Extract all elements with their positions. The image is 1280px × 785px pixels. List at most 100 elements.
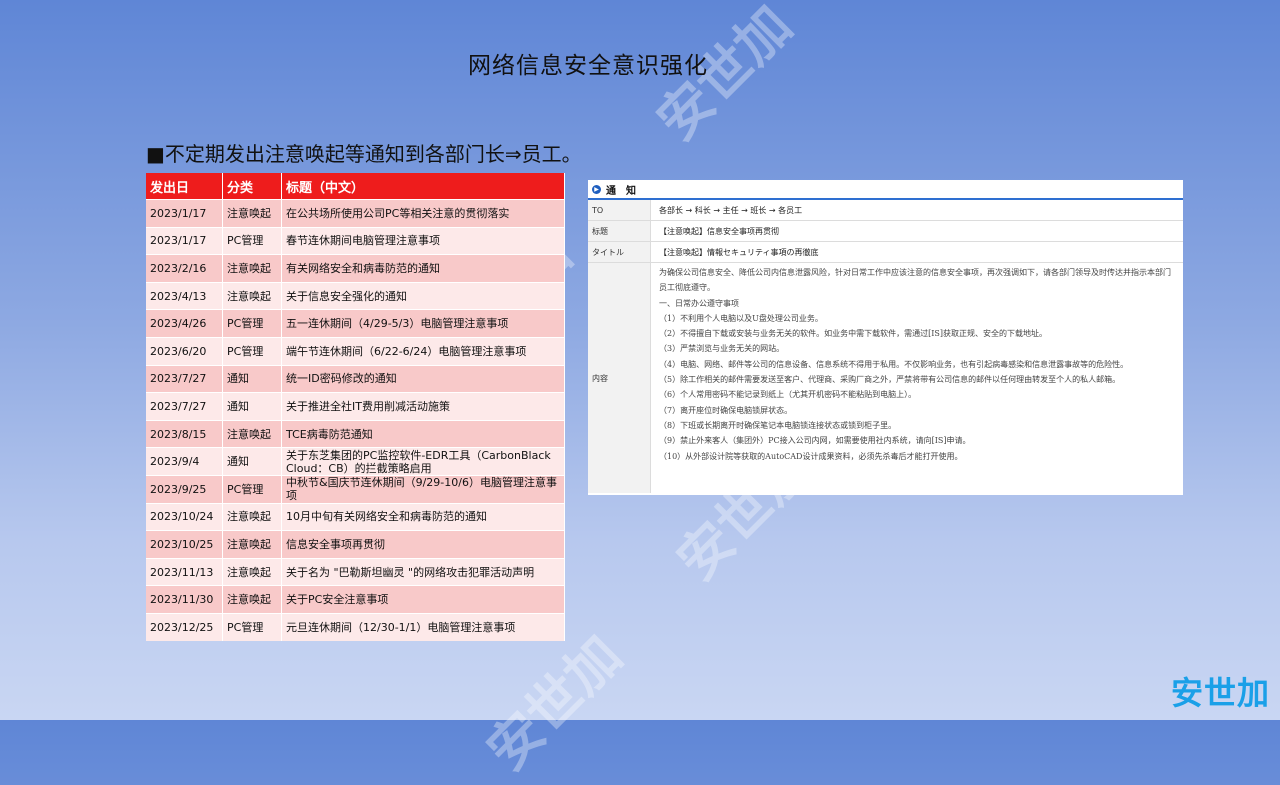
- table-row: 2023/9/4 通知 关于东芝集团的PC监控软件-EDR工具（CarbonBlac…: [146, 447, 565, 476]
- table-row: 2023/4/13 注意唤起 关于信息安全强化的通知: [146, 281, 565, 310]
- content-line: （10）从外部设计院等获取的AutoCAD设计成果资料，必须先杀毒后才能打开使用…: [659, 451, 963, 461]
- table-row: 2023/4/26 PC管理 五一连休期间（4/29-5/3）电脑管理注意事项: [146, 309, 565, 338]
- cell-title: TCE病毒防范通知: [281, 419, 565, 448]
- cell-date: 2023/1/17: [146, 226, 223, 255]
- content-line: 为确保公司信息安全、降低公司内信息泄露风险，针对日常工作中应该注意的信息安全事项…: [659, 268, 1171, 293]
- table-row: 2023/2/16 注意唤起 有关网络安全和病毒防范的通知: [146, 254, 565, 283]
- cell-title: 中秋节&国庆节连休期间（9/29-10/6）电脑管理注意事项: [281, 474, 565, 504]
- notice-subject-row: 标题 【注意唤起】信息安全事项再贯彻: [588, 221, 1183, 242]
- content-line: 一、日常办公遵守事项: [659, 298, 739, 308]
- table-row: 2023/12/25 PC管理 元旦连休期间（12/30-1/1）电脑管理注意事项: [146, 612, 565, 641]
- table-row: 2023/9/25 PC管理 中秋节&国庆节连休期间（9/29-10/6）电脑管理注…: [146, 474, 565, 504]
- cell-category: 注意唤起: [222, 502, 282, 531]
- cell-title: 关于推进全社IT费用削减活动施策: [281, 392, 565, 421]
- notice-to-row: TO 各部长 → 科长 → 主任 → 班长 → 各员工: [588, 200, 1183, 221]
- table-row: 2023/11/30 注意唤起 关于PC安全注意事项: [146, 585, 565, 614]
- cell-date: 2023/11/13: [146, 557, 223, 586]
- cell-date: 2023/9/25: [146, 474, 223, 504]
- cell-category: PC管理: [222, 309, 282, 338]
- cell-date: 2023/10/25: [146, 530, 223, 559]
- cell-title: 端午节连休期间（6/22-6/24）电脑管理注意事项: [281, 336, 565, 366]
- cell-title: 在公共场所使用公司PC等相关注意的贯彻落实: [281, 199, 565, 228]
- content-label: 内容: [588, 263, 651, 493]
- bullet-arrow-icon: ▶: [592, 184, 601, 194]
- cell-date: 2023/7/27: [146, 364, 223, 393]
- cell-category: 通知: [222, 447, 282, 476]
- cell-category: 注意唤起: [222, 419, 282, 448]
- cell-date: 2023/8/15: [146, 419, 223, 448]
- cell-title: 有关网络安全和病毒防范的通知: [281, 254, 565, 283]
- table-row: 2023/7/27 通知 统一ID密码修改的通知: [146, 364, 565, 393]
- cell-category: 注意唤起: [222, 530, 282, 559]
- cell-date: 2023/6/20: [146, 336, 223, 366]
- content-line: （2）不得擅自下载或安装与业务无关的软件。如业务中需下载软件，需通过[IS]获取…: [659, 329, 1047, 339]
- cell-date: 2023/7/27: [146, 392, 223, 421]
- cell-category: PC管理: [222, 226, 282, 255]
- notice-panel: ▶ 通 知 TO 各部长 → 科长 → 主任 → 班长 → 各员工 标题 【注意…: [588, 180, 1183, 495]
- table-row: 2023/6/20 PC管理 端午节连休期间（6/22-6/24）电脑管理注意事项: [146, 336, 565, 366]
- to-label: TO: [588, 200, 651, 220]
- column-header-title: 标题（中文）: [281, 173, 565, 200]
- content-line: （9）禁止外来客人（集团外）PC接入公司内网，如需要使用社内系统，请向[IS]申…: [659, 436, 971, 446]
- cell-date: 2023/4/26: [146, 309, 223, 338]
- cell-date: 2023/4/13: [146, 281, 223, 310]
- cell-category: 注意唤起: [222, 557, 282, 586]
- cell-title: 春节连休期间电脑管理注意事项: [281, 226, 565, 255]
- subject-label: 标题: [588, 221, 651, 241]
- table-row: 2023/1/17 PC管理 春节连休期间电脑管理注意事项: [146, 226, 565, 255]
- subject-value: 【注意唤起】信息安全事项再贯彻: [659, 226, 779, 236]
- cell-date: 2023/11/30: [146, 585, 223, 614]
- cell-title: 统一ID密码修改的通知: [281, 364, 565, 393]
- content-line: （5）除工作相关的邮件需要发送至客户、代理商、采购厂商之外，严禁将带有公司信息的…: [659, 375, 1121, 385]
- to-value: 各部长 → 科长 → 主任 → 班长 → 各员工: [659, 205, 803, 215]
- cell-category: PC管理: [222, 474, 282, 504]
- table-row: 2023/1/17 注意唤起 在公共场所使用公司PC等相关注意的贯彻落实: [146, 199, 565, 228]
- table-row: 2023/8/15 注意唤起 TCE病毒防范通知: [146, 419, 565, 448]
- cell-title: 关于信息安全强化的通知: [281, 281, 565, 310]
- cell-category: 注意唤起: [222, 281, 282, 310]
- cell-category: 注意唤起: [222, 199, 282, 228]
- content-line: （7）离开座位时确保电脑锁屏状态。: [659, 405, 793, 415]
- content-line: （6）个人常用密码不能记录到纸上（尤其开机密码不能粘贴到电脑上）。: [659, 390, 917, 400]
- title-jp-label: タイトル: [588, 242, 651, 262]
- title-jp-value: 【注意喚起】情報セキュリティ事項の再徹底: [659, 247, 819, 257]
- content-line: （3）严禁浏览与业务无关的网站。: [659, 344, 785, 354]
- table-row: 2023/10/25 注意唤起 信息安全事项再贯彻: [146, 530, 565, 559]
- table-row: 2023/11/13 注意唤起 关于名为 "巴勒斯坦幽灵 "的网络攻击犯罪活动声明: [146, 557, 565, 586]
- column-header-date: 发出日: [146, 173, 223, 200]
- cell-date: 2023/9/4: [146, 447, 223, 476]
- notice-content-body: 为确保公司信息安全、降低公司内信息泄露风险，针对日常工作中应该注意的信息安全事项…: [651, 263, 1183, 493]
- notice-list-table: 发出日 分类 标题（中文） 2023/1/17 注意唤起 在公共场所使用公司PC等相…: [146, 173, 565, 641]
- cell-date: 2023/1/17: [146, 199, 223, 228]
- cell-title: 信息安全事项再贯彻: [281, 530, 565, 559]
- table-header-row: 发出日 分类 标题（中文）: [146, 173, 565, 200]
- cell-title: 五一连休期间（4/29-5/3）电脑管理注意事项: [281, 309, 565, 338]
- page-title: 网络信息安全意识强化: [468, 53, 708, 79]
- cell-category: PC管理: [222, 612, 282, 641]
- cell-title: 元旦连休期间（12/30-1/1）电脑管理注意事项: [281, 612, 565, 641]
- cell-date: 2023/2/16: [146, 254, 223, 283]
- cell-title: 10月中旬有关网络安全和病毒防范的通知: [281, 502, 565, 531]
- page-subtitle: ■不定期发出注意唤起等通知到各部门长⇒员工。: [146, 142, 582, 166]
- cell-category: 通知: [222, 364, 282, 393]
- notice-content-row: 内容 为确保公司信息安全、降低公司内信息泄露风险，针对日常工作中应该注意的信息安…: [588, 263, 1183, 493]
- column-header-category: 分类: [222, 173, 282, 200]
- content-line: （8）下班或长期离开时确保笔记本电脑锁连接状态或锁到柜子里。: [659, 420, 897, 430]
- cell-date: 2023/10/24: [146, 502, 223, 531]
- cell-category: 注意唤起: [222, 254, 282, 283]
- cell-title: 关于东芝集团的PC监控软件-EDR工具（CarbonBlack Cloud：CB…: [281, 447, 565, 476]
- cell-category: 注意唤起: [222, 585, 282, 614]
- notice-header-label: 通 知: [606, 185, 636, 197]
- notice-header: ▶ 通 知: [588, 180, 1183, 200]
- cell-date: 2023/12/25: [146, 612, 223, 641]
- brand-logo: 安世加: [1170, 674, 1270, 712]
- table-row: 2023/10/24 注意唤起 10月中旬有关网络安全和病毒防范的通知: [146, 502, 565, 531]
- cell-title: 关于名为 "巴勒斯坦幽灵 "的网络攻击犯罪活动声明: [281, 557, 565, 586]
- table-row: 2023/7/27 通知 关于推进全社IT费用削减活动施策: [146, 392, 565, 421]
- cell-category: 通知: [222, 392, 282, 421]
- notice-title-row: タイトル 【注意喚起】情報セキュリティ事項の再徹底: [588, 242, 1183, 263]
- content-line: （1）不利用个人电脑以及U盘处理公司业务。: [659, 313, 823, 323]
- content-line: （4）电脑、网络、邮件等公司的信息设备、信息系统不得用于私用。不仅影响业务，也有…: [659, 359, 1129, 369]
- cell-title: 关于PC安全注意事项: [281, 585, 565, 614]
- cell-category: PC管理: [222, 336, 282, 366]
